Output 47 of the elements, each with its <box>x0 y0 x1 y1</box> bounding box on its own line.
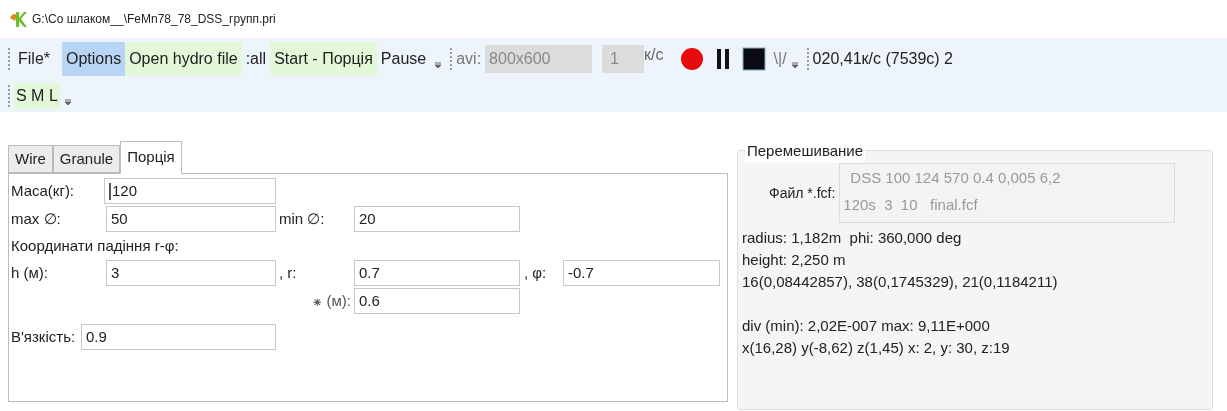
tab[interactable]: Порція <box>120 141 182 174</box>
toolbar-button[interactable]: Options <box>62 42 126 76</box>
field-label: min ∅: <box>278 208 326 229</box>
toolbar-button[interactable]: Pause <box>376 42 431 76</box>
info-line: x(16,28) y(-8,62) z(1,45) x: 2, y: 30, z:19 <box>742 338 1011 358</box>
field-label: max ∅: <box>11 208 62 229</box>
info-line: height: 2,250 m <box>742 250 847 270</box>
file-line: 120s 3 10 final.fcf <box>843 195 979 215</box>
field-label: , φ: <box>523 262 548 283</box>
tab[interactable]: Granule <box>52 145 121 173</box>
angle-field[interactable]: -0.7 <box>563 260 720 286</box>
info-line: div (min): 2,02E-007 max: 9,11E+000 <box>742 316 991 336</box>
app-logo-icon <box>8 10 28 28</box>
record-icon[interactable] <box>679 47 704 71</box>
toolbar-button[interactable]: :all <box>241 42 271 76</box>
field-label: h (м): <box>11 262 49 283</box>
toolbar-button[interactable]: File* <box>14 42 54 76</box>
file-label: Файл *.fcf: <box>769 183 836 203</box>
overflow-icon[interactable] <box>790 61 799 69</box>
star-field[interactable]: 0.6 <box>354 288 520 314</box>
mass-field[interactable]: 120 <box>104 178 276 204</box>
field-label: Маса(кг): <box>11 180 76 201</box>
field-label: ⁕ (м): <box>312 290 352 311</box>
fps-unit: к/с <box>644 45 664 65</box>
tab[interactable]: Wire <box>8 145 53 173</box>
record-glyph[interactable]: \|/ <box>773 47 787 71</box>
max-diameter-field[interactable]: 50 <box>106 206 276 232</box>
toolbar-button[interactable]: Start - Порція <box>270 42 377 76</box>
file-line: DSS 100 124 570 0.4 0,005 6,2 <box>849 168 1062 188</box>
avi-label: avi: <box>456 49 482 69</box>
field-label: , r: <box>278 262 298 283</box>
viscosity-field[interactable]: 0.9 <box>81 324 276 350</box>
window-title: G:\Со шлаком__\FeMn78_78_DSS_групп.pri <box>32 11 276 28</box>
field-label: Координати падіння r-φ: <box>11 235 179 256</box>
min-diameter-field[interactable]: 20 <box>354 206 520 232</box>
overflow-icon[interactable] <box>434 61 443 69</box>
stop-icon[interactable] <box>741 47 766 71</box>
info-line: radius: 1,182m phi: 360,000 deg <box>742 228 963 248</box>
field-label: В'язкість: <box>11 326 77 347</box>
height-field[interactable]: 3 <box>106 260 276 286</box>
status-text: 020,41к/с (7539с) 2 <box>812 49 953 69</box>
info-line: 16(0,08442857), 38(0,1745329), 21(0,1184211) <box>742 272 1059 292</box>
radius-field[interactable]: 0.7 <box>354 260 520 286</box>
overflow-icon[interactable] <box>63 98 72 106</box>
pause-icon[interactable] <box>715 49 730 69</box>
toolbar-button[interactable]: S M L <box>14 83 60 109</box>
toolbar-button[interactable]: Open hydro file <box>125 42 242 76</box>
